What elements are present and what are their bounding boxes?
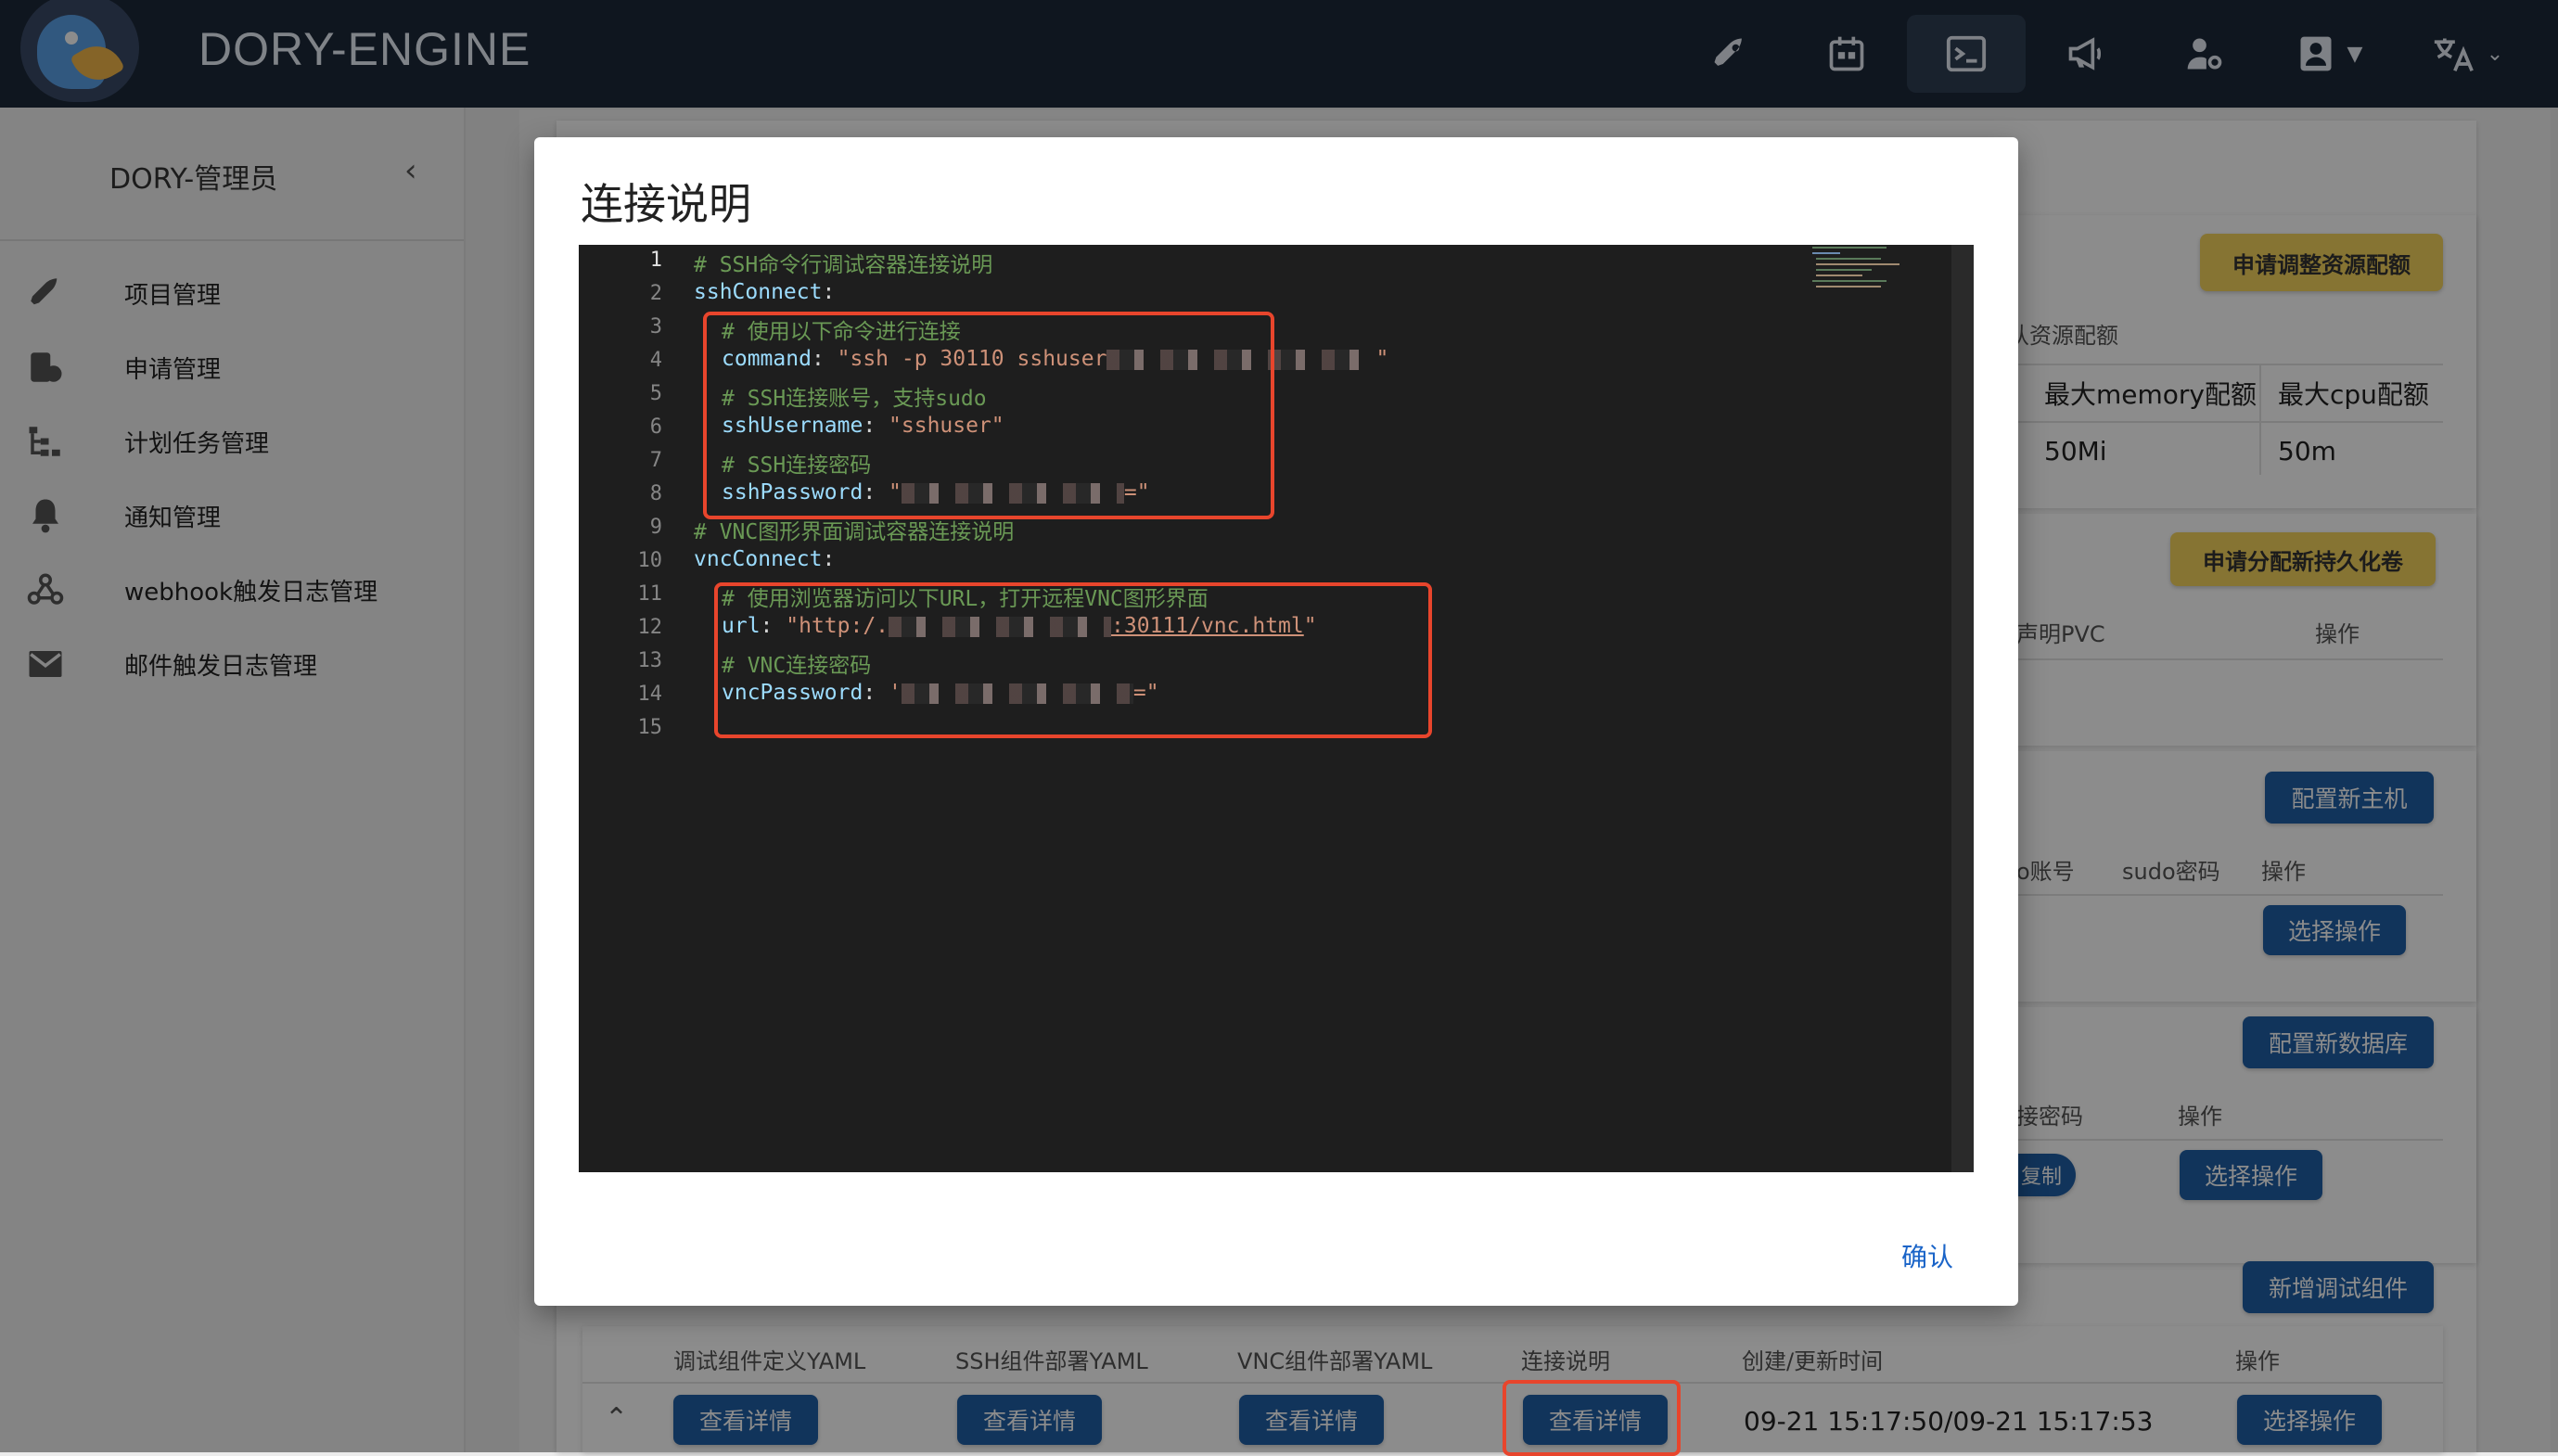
- line-number: 3: [649, 315, 662, 338]
- highlight-connection-detail: [1503, 1380, 1681, 1456]
- line-number: 4: [649, 349, 662, 372]
- line-gutter: 1 2 3 4 5 6 7 8 9 10 11 12 13 14 15: [579, 245, 662, 1172]
- line-number: 2: [649, 282, 662, 305]
- code-line-10: vncConnect:: [694, 547, 836, 571]
- line-number: 6: [649, 415, 662, 439]
- line-number: 13: [637, 649, 663, 672]
- confirm-button[interactable]: 确认: [1901, 1237, 1953, 1274]
- code-line-1: # SSH命令行调试容器连接说明: [694, 253, 993, 277]
- line-number: 7: [649, 449, 662, 472]
- line-number: 11: [637, 582, 663, 606]
- line-number: 14: [637, 683, 663, 706]
- editor-scrollbar[interactable]: [1951, 245, 1974, 1172]
- line-number: 10: [637, 549, 663, 572]
- highlight-ssh-section: [703, 312, 1274, 519]
- line-number: 1: [649, 249, 662, 272]
- line-number: 5: [649, 382, 662, 405]
- code-minimap[interactable]: [1812, 245, 1951, 300]
- dialog-title: 连接说明: [581, 179, 751, 229]
- line-number: 12: [637, 616, 663, 639]
- line-number: 8: [649, 482, 662, 505]
- line-number: 15: [637, 716, 663, 739]
- line-number: 9: [649, 516, 662, 539]
- highlight-vnc-section: [714, 582, 1432, 738]
- code-line-2: sshConnect:: [694, 280, 836, 304]
